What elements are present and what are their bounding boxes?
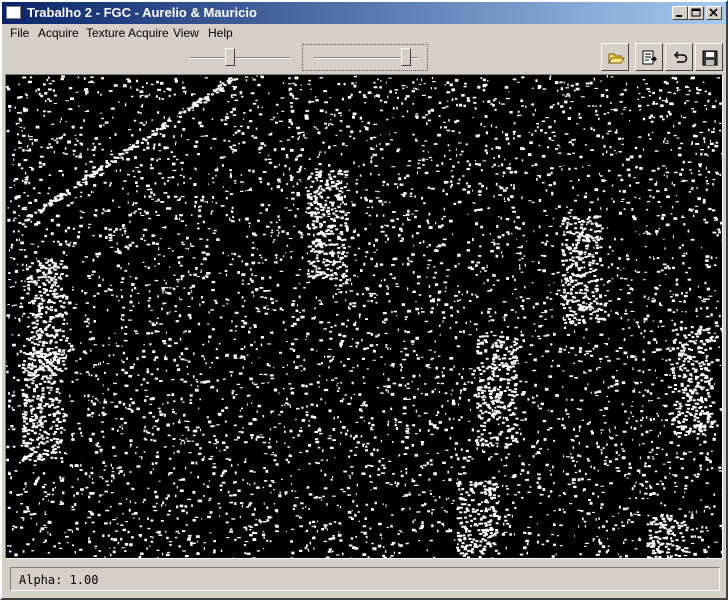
save-button[interactable] [695,43,723,71]
export-icon [642,50,658,65]
status-text: Alpha: 1.00 [19,573,99,587]
minimize-icon [676,15,682,17]
slider-1-thumb[interactable] [225,48,235,66]
close-button[interactable] [706,6,722,20]
title-bar[interactable]: Trabalho 2 - FGC - Aurelio & Mauricio [2,2,726,24]
slider-2[interactable] [302,44,428,71]
open-button[interactable] [601,43,629,71]
status-bar: Alpha: 1.00 [10,567,720,591]
app-icon [6,6,21,19]
maximize-icon [691,8,701,17]
app-window: Trabalho 2 - FGC - Aurelio & Mauricio Fi… [0,0,728,600]
menu-help[interactable]: Help [208,26,233,40]
undo-button[interactable] [665,43,693,71]
menu-acquire[interactable]: Acquire [38,26,79,40]
close-icon [709,8,718,17]
minimize-button[interactable] [672,6,688,20]
menu-file[interactable]: File [10,26,29,40]
open-folder-icon [608,53,625,64]
menu-texture-acquire[interactable]: Texture Acquire [86,26,169,40]
window-title: Trabalho 2 - FGC - Aurelio & Mauricio [27,5,257,20]
slider-2-thumb[interactable] [400,48,411,66]
edge-noise [6,75,722,558]
undo-icon [673,51,688,63]
toolbar [2,43,726,73]
export-button[interactable] [635,43,663,71]
image-canvas[interactable] [5,74,723,559]
slider-1-track [190,57,290,59]
menu-bar: File Acquire Texture Acquire View Help [2,24,726,43]
menu-view[interactable]: View [173,26,199,40]
maximize-button[interactable] [688,6,704,20]
edge-detection-image [6,75,722,558]
save-icon [702,50,718,66]
